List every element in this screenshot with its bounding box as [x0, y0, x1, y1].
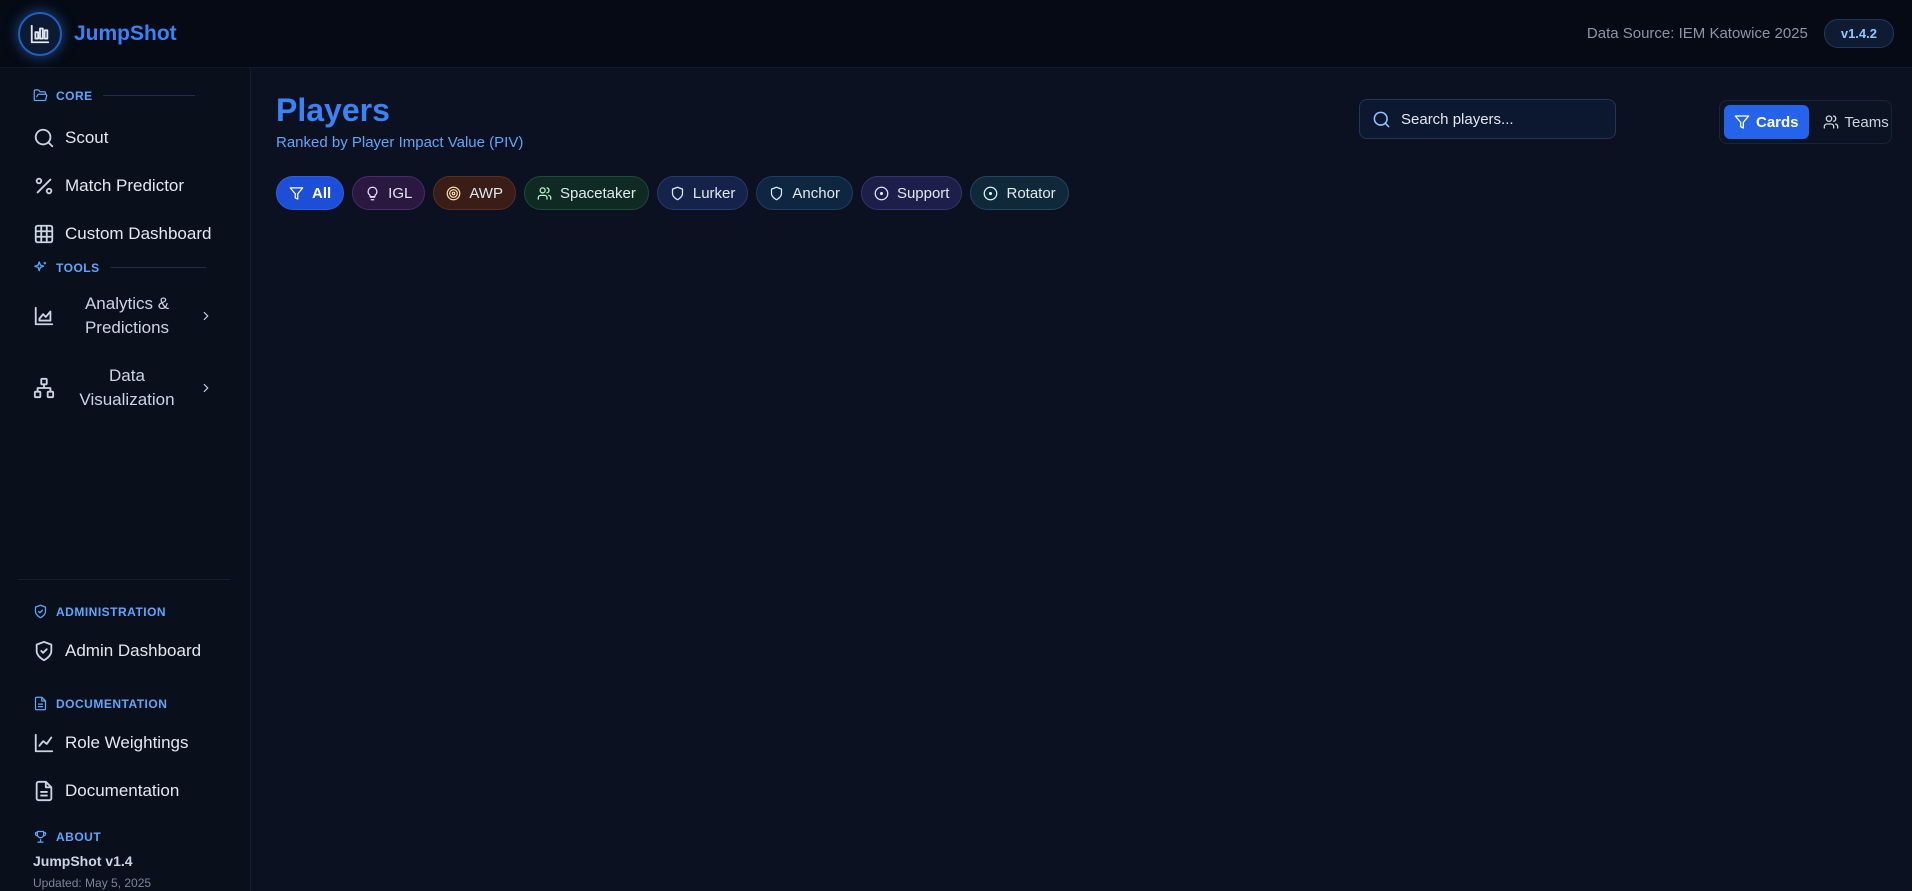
section-documentation: DOCUMENTATION: [33, 696, 167, 711]
divider: [109, 267, 206, 268]
view-cards-label: Cards: [1756, 113, 1799, 131]
sidebar-group-label: Analytics & Predictions: [84, 294, 170, 337]
divider: [18, 579, 230, 580]
sidebar-group-label: Data Visualization: [79, 366, 175, 409]
network-icon: [33, 377, 55, 399]
file-text-icon: [33, 696, 48, 711]
role-filters: All IGL AWP Spacetaker Lurker Anchor Sup…: [276, 176, 1077, 210]
lightbulb-icon: [365, 186, 380, 201]
users-icon: [1823, 114, 1839, 130]
trophy-icon: [33, 829, 48, 844]
circle-dot-icon: [874, 186, 889, 201]
filter-chip-label: Spacetaker: [559, 184, 636, 202]
filter-chip-label: Rotator: [1006, 184, 1056, 202]
filter-chip-spacetaker[interactable]: Spacetaker: [523, 176, 649, 210]
shield-check-icon: [33, 640, 55, 662]
sidebar-item-admin-dashboard[interactable]: Admin Dashboard: [33, 640, 201, 662]
page-subtitle: Ranked by Player Impact Value (PIV): [276, 134, 524, 151]
header-right: Data Source: IEM Katowice 2025 v1.4.2: [1587, 19, 1894, 48]
filter-chip-lurker[interactable]: Lurker: [656, 176, 749, 210]
view-cards-button[interactable]: Cards: [1724, 105, 1809, 139]
circle-dot-icon: [983, 186, 998, 201]
sidebar-item-role-weightings[interactable]: Role Weightings: [33, 732, 188, 754]
section-documentation-label: DOCUMENTATION: [56, 696, 168, 711]
filter-chip-rotator[interactable]: Rotator: [970, 176, 1069, 210]
percent-icon: [33, 175, 55, 197]
section-administration-label: ADMINISTRATION: [56, 604, 167, 619]
filter-chip-anchor[interactable]: Anchor: [756, 176, 853, 210]
shield-icon: [769, 186, 784, 201]
sidebar-item-custom-dashboard[interactable]: Custom Dashboard: [33, 223, 211, 245]
shield-icon: [670, 186, 685, 201]
section-tools: TOOLS: [33, 260, 206, 275]
filter-icon: [1734, 114, 1750, 130]
about-updated: Updated: May 5, 2025: [33, 876, 152, 890]
sidebar-item-documentation[interactable]: Documentation: [33, 780, 179, 802]
filter-chip-igl[interactable]: IGL: [352, 176, 426, 210]
filter-chip-label: IGL: [388, 184, 413, 202]
search-input[interactable]: [1401, 110, 1601, 128]
sidebar-item-scout[interactable]: Scout: [33, 127, 108, 149]
bar-chart-icon: [30, 24, 50, 43]
grid-icon: [33, 223, 55, 245]
chevron-right-icon: [199, 309, 213, 323]
filter-chip-awp[interactable]: AWP: [433, 176, 516, 210]
filter-chip-all[interactable]: All: [276, 176, 345, 210]
filter-icon: [289, 186, 304, 201]
filter-chip-label: Anchor: [792, 184, 840, 202]
sidebar-item-label: Admin Dashboard: [65, 641, 202, 660]
section-about: ABOUT: [33, 829, 101, 844]
search-icon: [33, 127, 55, 149]
chart-area-icon: [33, 305, 55, 327]
page-title: Players: [276, 92, 390, 128]
target-icon: [446, 186, 461, 201]
top-header: JumpShot Data Source: IEM Katowice 2025 …: [0, 0, 1912, 68]
brand-name[interactable]: JumpShot: [74, 22, 177, 46]
filter-chip-label: Lurker: [692, 184, 736, 202]
filter-chip-label: AWP: [469, 184, 503, 202]
view-teams-label: Teams: [1844, 113, 1889, 131]
section-core: CORE: [33, 88, 195, 103]
users-icon: [537, 186, 552, 201]
section-administration: ADMINISTRATION: [33, 604, 166, 619]
search-box[interactable]: [1359, 99, 1616, 139]
data-source-label: Data Source: IEM Katowice 2025: [1586, 25, 1808, 42]
filter-chip-support[interactable]: Support: [860, 176, 963, 210]
about-version: JumpShot v1.4: [33, 853, 133, 869]
logo[interactable]: [18, 11, 62, 56]
section-tools-label: TOOLS: [56, 260, 100, 275]
sidebar-group-analytics[interactable]: Analytics & Predictions: [33, 292, 213, 340]
version-badge: v1.4.2: [1823, 19, 1894, 48]
filter-chip-label: Support: [896, 184, 950, 202]
sidebar: CORE Scout Match Predictor Custom Dashbo…: [0, 68, 251, 891]
file-text-icon: [33, 780, 55, 802]
sidebar-item-label: Scout: [65, 128, 109, 147]
sparkles-icon: [33, 260, 48, 275]
main-content: Players Ranked by Player Impact Value (P…: [252, 68, 1912, 891]
line-chart-icon: [33, 732, 55, 754]
sidebar-item-label: Match Predictor: [65, 176, 185, 195]
chevron-right-icon: [199, 381, 213, 395]
section-core-label: CORE: [56, 88, 93, 103]
sidebar-item-match-predictor[interactable]: Match Predictor: [33, 175, 184, 197]
filter-chip-label: All: [312, 184, 332, 202]
folder-open-icon: [33, 88, 48, 103]
sidebar-item-label: Custom Dashboard: [65, 224, 212, 243]
sidebar-item-label: Documentation: [65, 781, 180, 800]
divider: [102, 95, 195, 96]
shield-check-icon: [33, 604, 48, 619]
section-about-label: ABOUT: [56, 829, 102, 844]
sidebar-group-data-visualization[interactable]: Data Visualization: [33, 364, 213, 412]
sidebar-item-label: Role Weightings: [65, 733, 189, 752]
view-teams-button[interactable]: Teams: [1813, 105, 1899, 139]
search-icon: [1372, 110, 1391, 129]
view-toggle: Cards Teams: [1719, 100, 1892, 144]
